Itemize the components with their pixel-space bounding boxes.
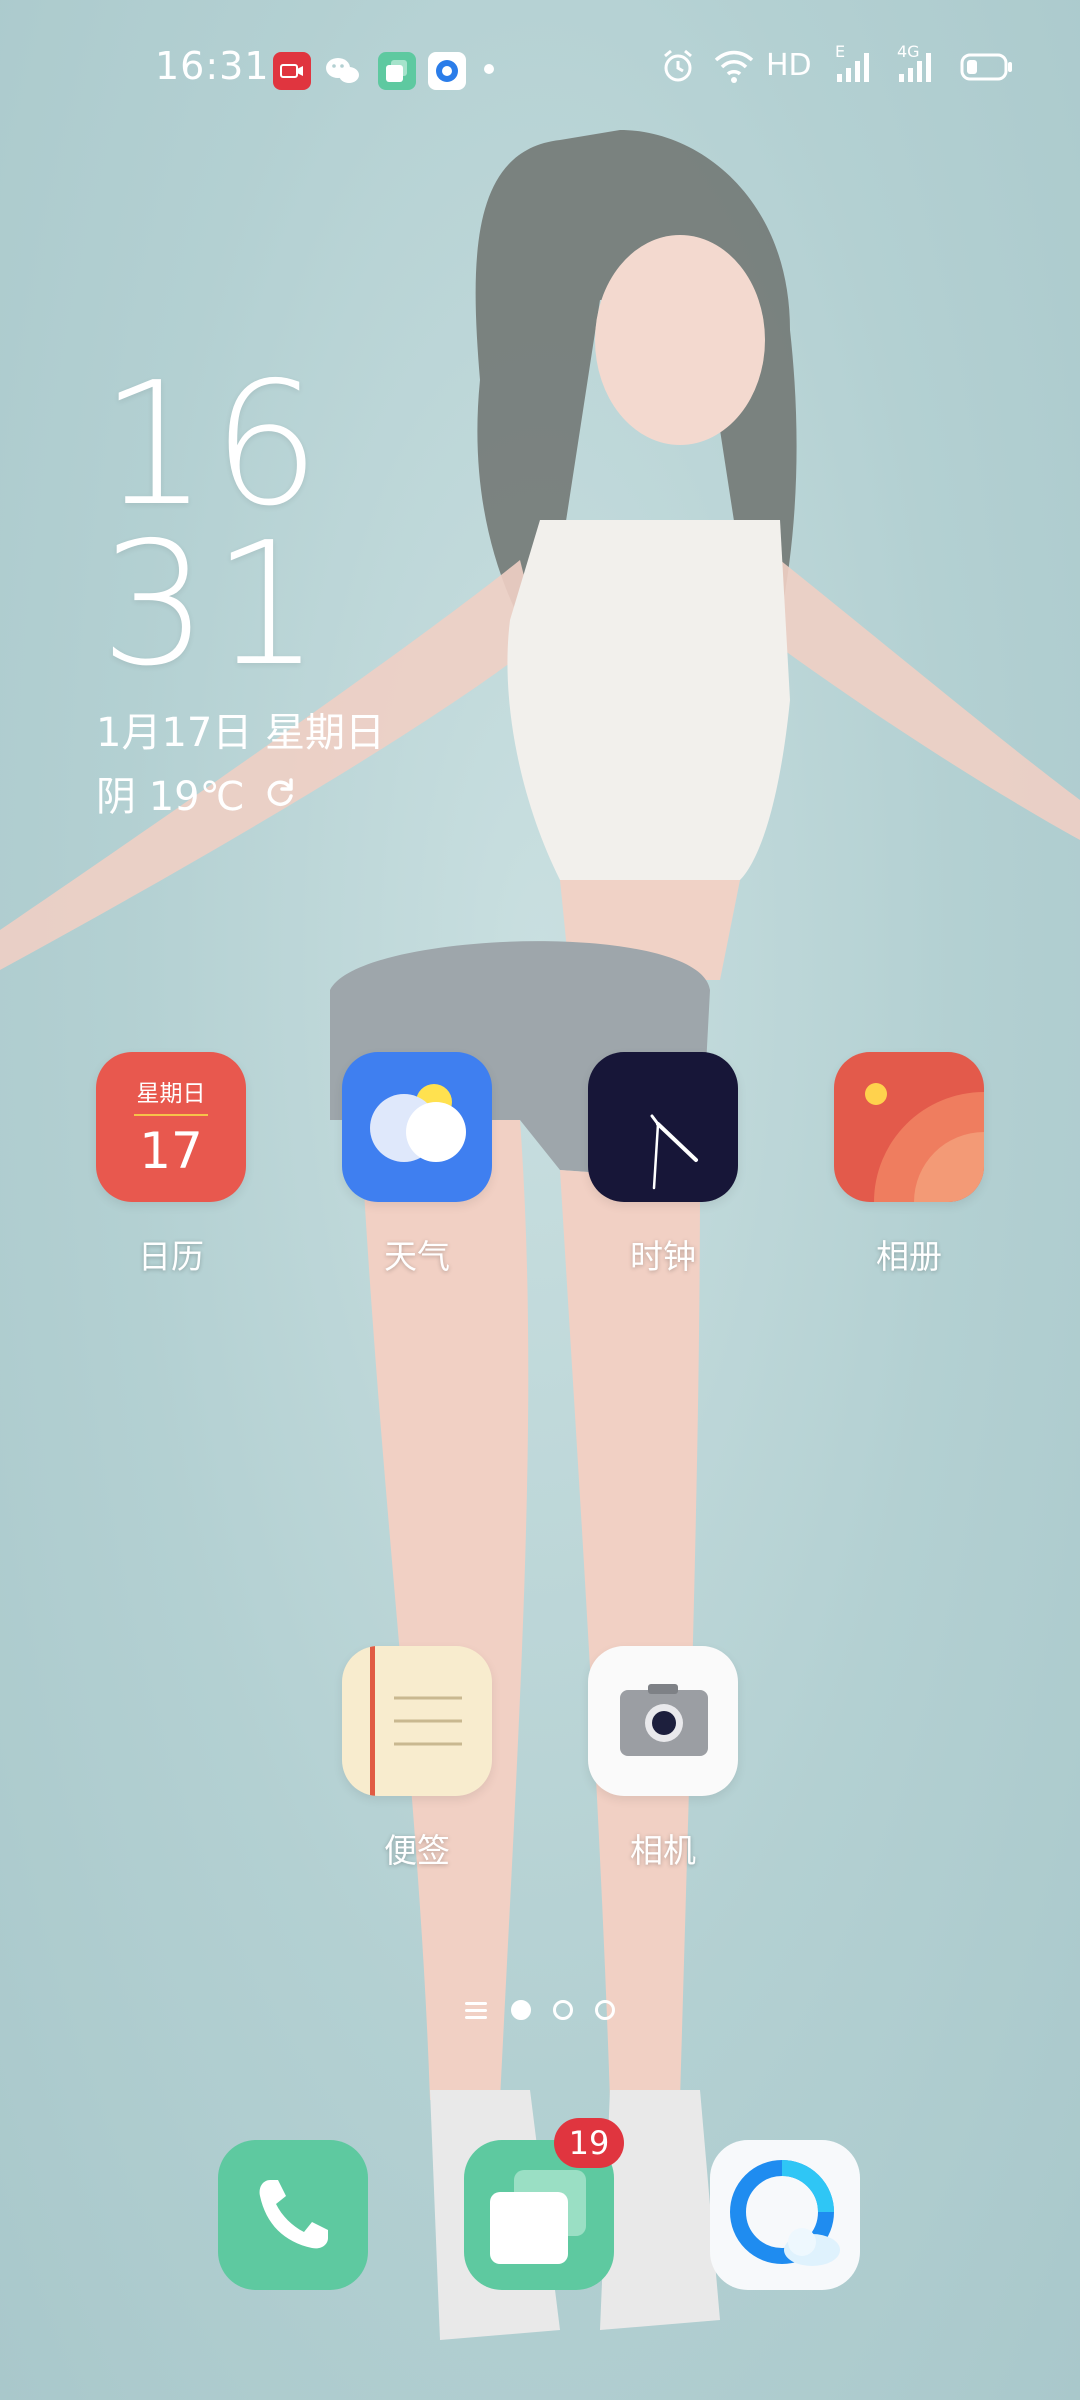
- app-camera[interactable]: 相机: [588, 1646, 738, 1872]
- clock-icon: [588, 1052, 738, 1202]
- messages-app-icon: [378, 52, 416, 90]
- dock-messages-app[interactable]: 19: [464, 2118, 624, 2290]
- calendar-day: 17: [139, 1122, 203, 1180]
- app-clock[interactable]: 时钟: [588, 1052, 738, 1278]
- app-label-camera: 相机: [630, 1831, 696, 1870]
- hd-indicator: HD: [766, 48, 812, 83]
- weather-summary: 阴 19℃: [96, 764, 297, 822]
- page-dot-3[interactable]: [595, 2000, 615, 2020]
- app-weather[interactable]: 天气: [342, 1052, 492, 1278]
- browser-app-icon: [428, 52, 466, 90]
- network-e-label: E: [835, 42, 846, 61]
- dock-browser-app[interactable]: [710, 2140, 860, 2290]
- app-drawer-menu-icon[interactable]: [465, 2000, 489, 2020]
- dock-phone-app[interactable]: [218, 2140, 368, 2290]
- page-indicator[interactable]: [0, 2000, 1080, 2020]
- gallery-icon: [834, 1052, 984, 1202]
- network-4g-label: 4G: [897, 42, 920, 61]
- notes-icon: [342, 1646, 492, 1796]
- weather-text: 阴 19℃: [96, 774, 245, 820]
- more-notifications-icon: [484, 64, 494, 74]
- app-label-clock: 时钟: [630, 1237, 696, 1276]
- camera-icon: [588, 1646, 738, 1796]
- battery-icon: [960, 52, 1014, 90]
- app-label-notes: 便签: [384, 1831, 450, 1870]
- signal-1-icon: E: [835, 42, 875, 92]
- app-calendar[interactable]: 星期日 17 日历: [96, 1052, 246, 1278]
- wechat-icon: [323, 52, 361, 90]
- clock-minute: 31: [100, 506, 325, 704]
- signal-2-icon: 4G: [897, 42, 937, 92]
- qq-browser-icon: [730, 2160, 840, 2266]
- weather-icon: [342, 1052, 492, 1202]
- status-time: 16:31: [155, 44, 270, 88]
- app-notes[interactable]: 便签: [342, 1646, 492, 1872]
- screen-record-icon: [273, 52, 311, 90]
- app-label-calendar: 日历: [138, 1237, 204, 1276]
- messages-unread-badge: 19: [554, 2118, 624, 2168]
- phone-icon: [259, 2180, 328, 2249]
- alarm-icon: [660, 48, 696, 92]
- calendar-weekday: 星期日: [136, 1081, 206, 1107]
- status-bar: 16:31 HD E 4G: [0, 0, 1080, 140]
- app-label-gallery: 相册: [876, 1237, 942, 1276]
- page-dot-2[interactable]: [553, 2000, 573, 2020]
- app-label-weather: 天气: [384, 1237, 450, 1276]
- page-dot-1[interactable]: [511, 2000, 531, 2020]
- app-gallery[interactable]: 相册: [834, 1052, 984, 1278]
- clock-hour: 16: [100, 346, 325, 544]
- refresh-icon[interactable]: [263, 776, 297, 810]
- date-text: 1月17日 星期日: [96, 710, 386, 756]
- wifi-icon: [713, 48, 755, 92]
- calendar-icon: 星期日 17: [96, 1052, 246, 1202]
